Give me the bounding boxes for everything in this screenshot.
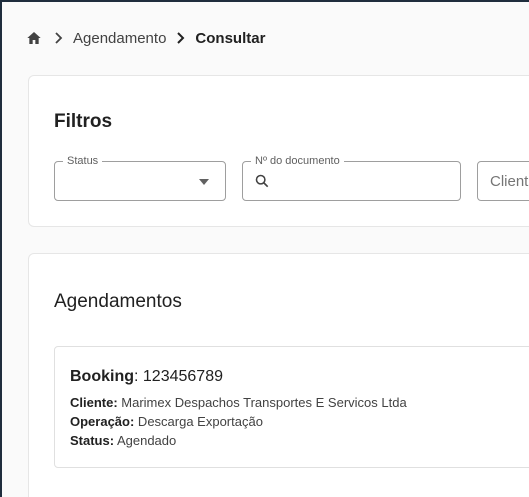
status-item-value: Agendado (114, 433, 177, 448)
chevron-right-icon (177, 32, 185, 44)
search-icon (255, 174, 269, 188)
status-label: Status (63, 154, 103, 168)
agendamentos-title: Agendamentos (54, 291, 182, 312)
filters-card: Filtros Status Nº do documento Client (28, 75, 529, 227)
filters-title: Filtros (54, 111, 113, 132)
cliente-value: Marimex Despachos Transportes E Servicos… (117, 395, 407, 410)
documento-input[interactable]: Nº do documento (242, 154, 461, 201)
documento-label: Nº do documento (251, 154, 344, 168)
breadcrumb: Agendamento Consultar (26, 28, 265, 48)
booking-item[interactable]: Booking: 123456789 Cliente: Marimex Desp… (54, 346, 529, 468)
operacao-line: Operação: Descarga Exportação (70, 414, 263, 429)
app-frame: Agendamento Consultar Filtros Status Nº … (0, 0, 529, 497)
booking-line: Booking: 123456789 (70, 368, 223, 385)
breadcrumb-consultar: Consultar (195, 29, 266, 47)
chevron-right-icon (55, 32, 63, 44)
booking-label: Booking (70, 368, 134, 385)
status-select[interactable]: Status (54, 154, 226, 201)
cliente-placeholder: Client (490, 173, 529, 190)
status-line: Status: Agendado (70, 433, 176, 448)
cliente-input[interactable]: Client (477, 161, 529, 201)
home-icon[interactable] (26, 30, 42, 46)
operacao-value: Descarga Exportação (134, 414, 263, 429)
cliente-label: Cliente: (70, 395, 118, 410)
cliente-line: Cliente: Marimex Despachos Transportes E… (70, 395, 407, 410)
caret-down-icon (199, 179, 209, 185)
agendamentos-card: Agendamentos Booking: 123456789 Cliente:… (28, 253, 529, 497)
booking-value: 123456789 (138, 368, 223, 385)
operacao-label: Operação: (70, 414, 135, 429)
breadcrumb-agendamento[interactable]: Agendamento (73, 30, 166, 47)
status-item-label: Status: (70, 433, 115, 448)
